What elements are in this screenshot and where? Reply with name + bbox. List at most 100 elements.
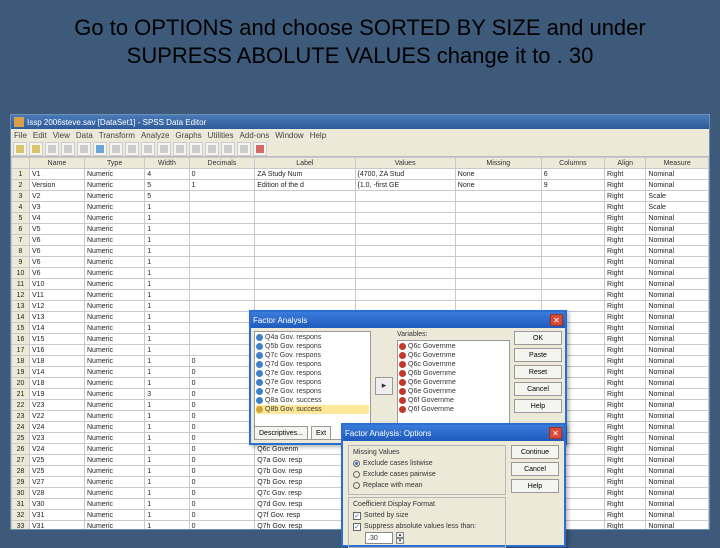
list-item[interactable]: Q6f Governme xyxy=(399,396,508,405)
variable-icon xyxy=(256,343,263,350)
toolbar-icon[interactable] xyxy=(237,142,251,156)
table-row[interactable]: 9V6Numeric1RightNominal xyxy=(12,257,709,268)
column-header[interactable]: Align xyxy=(605,158,646,169)
extraction-button[interactable]: Ext xyxy=(311,426,331,440)
list-item[interactable]: Q6c Governme xyxy=(399,360,508,369)
table-row[interactable]: 5V4Numeric1RightNominal xyxy=(12,213,709,224)
menu-edit[interactable]: Edit xyxy=(33,131,47,140)
cancel-button[interactable]: Cancel xyxy=(511,462,559,476)
paste-button[interactable]: Paste xyxy=(514,348,562,362)
table-row[interactable]: 1V1Numeric40ZA Study Num{4700, ZA StudNo… xyxy=(12,169,709,180)
menu-file[interactable]: File xyxy=(14,131,27,140)
list-item[interactable]: Q4a Gov. respons xyxy=(256,333,369,342)
menubar[interactable]: File Edit View Data Transform Analyze Graphs Ut… xyxy=(11,129,709,141)
column-header[interactable]: Missing xyxy=(455,158,541,169)
threshold-value[interactable]: .30 xyxy=(365,532,393,544)
list-item[interactable]: Q7d Gov. respons xyxy=(256,360,369,369)
table-row[interactable]: 6V5Numeric1RightNominal xyxy=(12,224,709,235)
table-row[interactable]: 3V2Numeric5RightScale xyxy=(12,191,709,202)
table-row[interactable]: 10V6Numeric1RightNominal xyxy=(12,268,709,279)
column-header[interactable]: Columns xyxy=(541,158,604,169)
column-header[interactable]: Name xyxy=(30,158,85,169)
toolbar-icon[interactable] xyxy=(29,142,43,156)
toolbar-icon[interactable] xyxy=(109,142,123,156)
list-item[interactable]: Q6c Governme xyxy=(399,351,508,360)
table-row[interactable]: 4V3Numeric1RightScale xyxy=(12,202,709,213)
radio-exclude-listwise[interactable]: Exclude cases listwise xyxy=(353,458,501,469)
list-item[interactable]: Q5b Gov. respons xyxy=(256,342,369,351)
toolbar-icon[interactable] xyxy=(253,142,267,156)
list-item[interactable]: Q6f Governme xyxy=(399,405,508,414)
column-header[interactable]: Measure xyxy=(646,158,709,169)
continue-button[interactable]: Continue xyxy=(511,445,559,459)
column-header[interactable] xyxy=(12,158,30,169)
column-header[interactable]: Decimals xyxy=(189,158,255,169)
spss-title: Issp 2006steve.sav [DataSet1] - SPSS Dat… xyxy=(27,118,206,127)
menu-window[interactable]: Window xyxy=(275,131,303,140)
help-button[interactable]: Help xyxy=(514,399,562,413)
variable-icon xyxy=(399,397,406,404)
close-icon[interactable]: ✕ xyxy=(550,314,563,326)
toolbar-icon[interactable] xyxy=(61,142,75,156)
fa-titlebar[interactable]: Factor Analysis ✕ xyxy=(251,312,565,328)
list-item[interactable]: Q6e Governme xyxy=(399,378,508,387)
list-item[interactable]: Q6e Governme xyxy=(399,387,508,396)
variable-icon xyxy=(256,370,263,377)
variable-icon xyxy=(256,352,263,359)
list-item[interactable]: Q7e Gov. respons xyxy=(256,378,369,387)
column-header[interactable]: Label xyxy=(255,158,355,169)
table-row[interactable]: 7V6Numeric1RightNominal xyxy=(12,235,709,246)
menu-help[interactable]: Help xyxy=(310,131,326,140)
transfer-right-button[interactable]: ▸ xyxy=(375,377,393,395)
help-button[interactable]: Help xyxy=(511,479,559,493)
menu-data[interactable]: Data xyxy=(76,131,93,140)
list-item[interactable]: Q8b Gov. success xyxy=(256,405,369,414)
column-header[interactable]: Width xyxy=(145,158,189,169)
radio-exclude-pairwise[interactable]: Exclude cases pairwise xyxy=(353,469,501,480)
menu-utilities[interactable]: Utilities xyxy=(208,131,234,140)
list-item[interactable]: Q7e Gov. respons xyxy=(256,387,369,396)
menu-graphs[interactable]: Graphs xyxy=(175,131,201,140)
ok-button[interactable]: OK xyxy=(514,331,562,345)
toolbar-icon[interactable] xyxy=(221,142,235,156)
toolbar-icon[interactable] xyxy=(13,142,27,156)
suppress-threshold-field[interactable]: .30 ▴▾ xyxy=(365,532,501,544)
table-row[interactable]: 2VersionNumeric51Edition of the d{1.0, -… xyxy=(12,180,709,191)
toolbar-icon[interactable] xyxy=(173,142,187,156)
reset-button[interactable]: Reset xyxy=(514,365,562,379)
toolbar-icon[interactable] xyxy=(45,142,59,156)
toolbar-icon[interactable] xyxy=(205,142,219,156)
check-suppress-values[interactable]: Suppress absolute values less than: xyxy=(353,521,501,532)
check-sorted-by-size[interactable]: Sorted by size xyxy=(353,510,501,521)
spin-down-icon[interactable]: ▾ xyxy=(396,538,404,544)
close-icon[interactable]: ✕ xyxy=(549,427,562,439)
list-item[interactable]: Q7c Gov. respons xyxy=(256,351,369,360)
toolbar-icon[interactable] xyxy=(189,142,203,156)
variable-icon xyxy=(399,352,406,359)
list-item[interactable]: Q8a Gov. success xyxy=(256,396,369,405)
column-header[interactable]: Type xyxy=(85,158,145,169)
toolbar[interactable] xyxy=(11,141,709,157)
table-row[interactable]: 12V11Numeric1RightNominal xyxy=(12,290,709,301)
table-row[interactable]: 8V6Numeric1RightNominal xyxy=(12,246,709,257)
list-item[interactable]: Q6c Governme xyxy=(399,342,508,351)
menu-analyze[interactable]: Analyze xyxy=(141,131,169,140)
list-item[interactable]: Q6b Governme xyxy=(399,369,508,378)
menu-add-ons[interactable]: Add-ons xyxy=(239,131,269,140)
options-titlebar[interactable]: Factor Analysis: Options ✕ xyxy=(343,425,564,441)
variable-icon xyxy=(399,406,406,413)
radio-replace-mean[interactable]: Replace with mean xyxy=(353,480,501,491)
toolbar-icon[interactable] xyxy=(125,142,139,156)
cancel-button[interactable]: Cancel xyxy=(514,382,562,396)
toolbar-icon[interactable] xyxy=(141,142,155,156)
toolbar-icon[interactable] xyxy=(157,142,171,156)
menu-transform[interactable]: Transform xyxy=(99,131,135,140)
menu-view[interactable]: View xyxy=(53,131,70,140)
toolbar-icon[interactable] xyxy=(77,142,91,156)
toolbar-icon[interactable] xyxy=(93,142,107,156)
list-item[interactable]: Q7e Gov. respons xyxy=(256,369,369,378)
coefficient-display-group: Coefficient Display Format Sorted by siz… xyxy=(348,497,506,548)
column-header[interactable]: Values xyxy=(355,158,455,169)
table-row[interactable]: 11V10Numeric1RightNominal xyxy=(12,279,709,290)
descriptives-button[interactable]: Descriptives... xyxy=(254,426,308,440)
